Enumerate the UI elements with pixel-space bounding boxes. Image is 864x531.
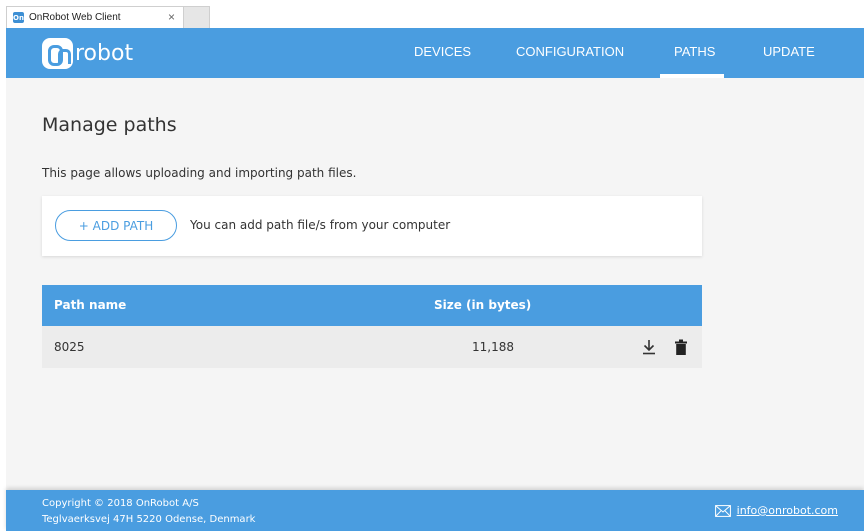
table-row: 8025 11,188 (42, 326, 702, 368)
logo-text: robot (75, 41, 134, 66)
add-path-card: + ADD PATH You can add path file/s from … (42, 196, 702, 256)
nav-update[interactable]: UPDATE (763, 44, 815, 59)
app-window: robot DEVICES CONFIGURATION PATHS UPDATE… (6, 28, 864, 531)
browser-tab[interactable]: On OnRobot Web Client × (6, 6, 184, 28)
column-header-path-name: Path name (54, 298, 127, 312)
nav-active-indicator (660, 74, 724, 78)
nav-devices[interactable]: DEVICES (414, 44, 471, 59)
mail-icon (714, 504, 731, 517)
download-icon-glyph (643, 340, 655, 355)
table-header: Path name Size (in bytes) (42, 285, 702, 326)
onrobot-favicon-icon: On (13, 12, 24, 23)
onrobot-logo-icon (42, 38, 73, 69)
row-size: 11,188 (472, 340, 514, 354)
column-header-size: Size (in bytes) (434, 298, 532, 312)
close-icon[interactable]: × (168, 10, 175, 24)
onrobot-logo[interactable]: robot (42, 38, 133, 69)
top-header: robot DEVICES CONFIGURATION PATHS UPDATE (6, 28, 864, 78)
footer-copyright: Copyright © 2018 OnRobot A/S (42, 498, 199, 509)
new-tab-button[interactable] (184, 6, 210, 28)
footer-email[interactable]: info@onrobot.com (737, 504, 838, 517)
page-footer: Copyright © 2018 OnRobot A/S Teglvaerksv… (6, 490, 864, 531)
nav-paths[interactable]: PATHS (674, 44, 715, 59)
paths-table: Path name Size (in bytes) 8025 11,188 (42, 285, 702, 368)
trash-icon-glyph (675, 339, 687, 355)
row-path-name: 8025 (54, 340, 85, 354)
add-path-button[interactable]: + ADD PATH (55, 210, 177, 241)
page-title: Manage paths (42, 114, 177, 136)
nav-configuration[interactable]: CONFIGURATION (516, 44, 624, 59)
download-icon[interactable] (640, 337, 658, 357)
page-description: This page allows uploading and importing… (42, 166, 357, 180)
trash-icon[interactable] (672, 337, 690, 357)
footer-email-link[interactable]: info@onrobot.com (714, 504, 838, 517)
browser-tab-strip: On OnRobot Web Client × (0, 0, 864, 28)
add-path-hint: You can add path file/s from your comput… (190, 218, 451, 232)
browser-tab-title: OnRobot Web Client (29, 12, 121, 23)
footer-address: Teglvaerksvej 47H 5220 Odense, Denmark (42, 514, 256, 525)
